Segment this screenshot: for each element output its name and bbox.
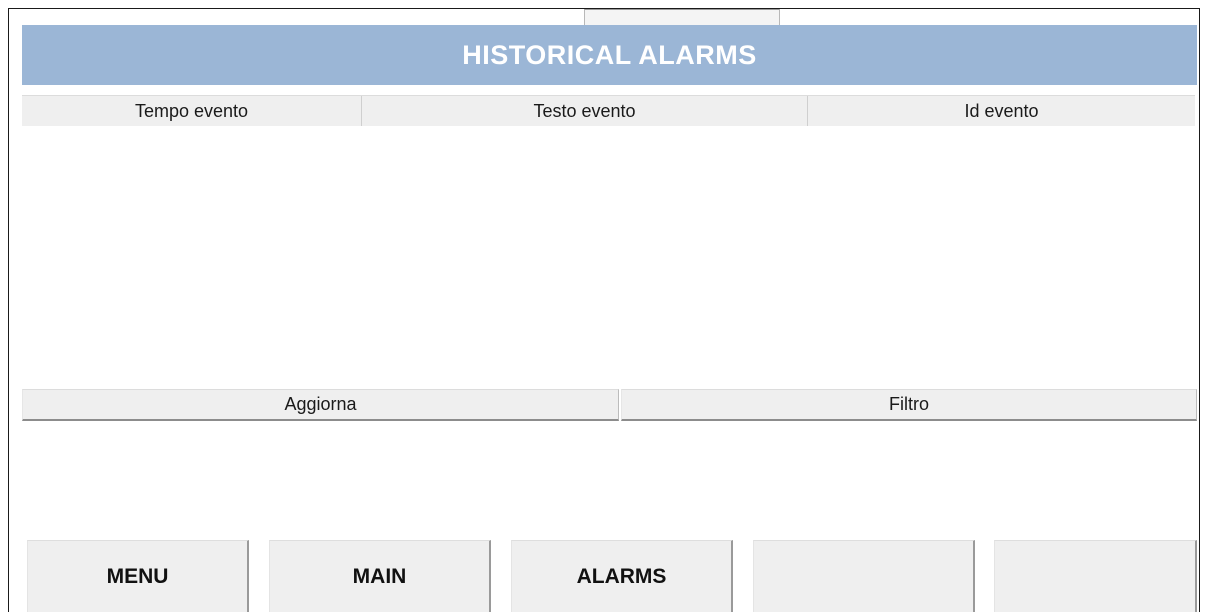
alarms-button[interactable]: ALARMS (511, 540, 733, 612)
filter-button[interactable]: Filtro (621, 389, 1197, 421)
menu-button[interactable]: MENU (27, 540, 249, 612)
navigation-bar: MENU MAIN ALARMS (27, 540, 1197, 612)
nav-button-empty-5[interactable] (994, 540, 1197, 612)
alarm-table-header: Tempo evento Testo evento Id evento (22, 95, 1195, 127)
column-header-event-text[interactable]: Testo evento (362, 96, 808, 126)
historical-alarms-viewer: Tempo evento Testo evento Id evento Aggi… (22, 95, 1197, 423)
main-button[interactable]: MAIN (269, 540, 491, 612)
top-tab-strip (584, 9, 780, 25)
refresh-button[interactable]: Aggiorna (22, 389, 619, 421)
column-header-event-id[interactable]: Id evento (808, 96, 1195, 126)
alarm-actions: Aggiorna Filtro (22, 389, 1197, 421)
nav-button-empty-4[interactable] (753, 540, 975, 612)
page-title: HISTORICAL ALARMS (22, 25, 1197, 85)
alarm-table-body[interactable] (22, 126, 1195, 388)
column-header-event-time[interactable]: Tempo evento (22, 96, 362, 126)
